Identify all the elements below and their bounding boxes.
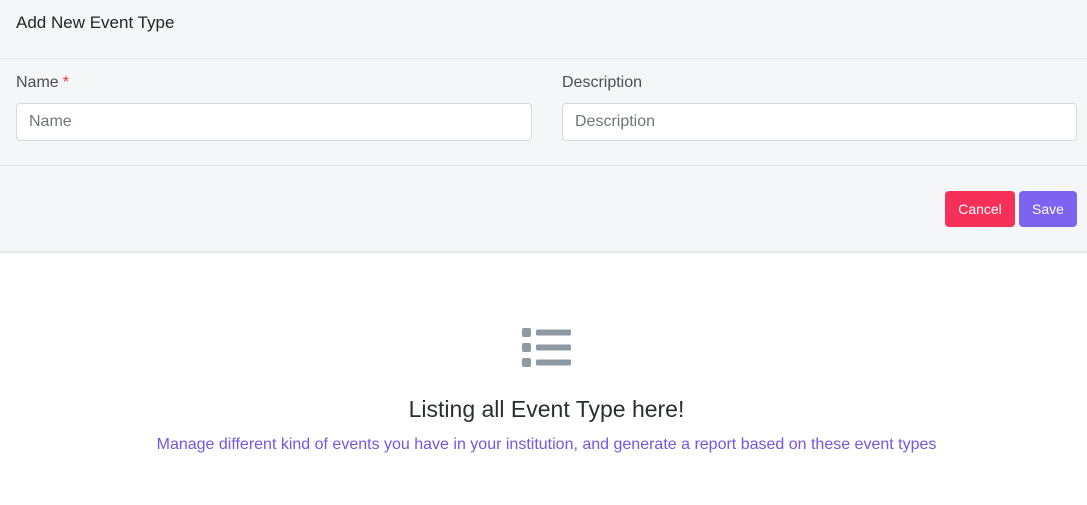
list-icon <box>522 328 571 367</box>
name-field-label: Name * <box>16 73 69 93</box>
empty-state-subtitle: Manage different kind of events you have… <box>156 436 937 453</box>
form-body: Name* Description <box>0 59 1087 166</box>
form-title: Add New Event Type <box>16 13 175 32</box>
form-header: Add New Event Type <box>0 0 1087 59</box>
empty-state: Listing all Event Type here! Manage diff… <box>0 255 1087 505</box>
description-field-label: Description <box>562 74 643 91</box>
page: Add New Event Type Name* Description Can… <box>0 0 1087 505</box>
name-input[interactable] <box>16 103 532 141</box>
empty-state-title: Listing all Event Type here! <box>408 396 685 422</box>
name-label-text: Name <box>16 74 59 91</box>
form-footer: Cancel Save <box>0 166 1087 253</box>
description-input[interactable] <box>562 103 1077 141</box>
save-button[interactable]: Save <box>1019 191 1077 227</box>
required-star: * <box>62 74 69 91</box>
cancel-button[interactable]: Cancel <box>945 191 1015 227</box>
